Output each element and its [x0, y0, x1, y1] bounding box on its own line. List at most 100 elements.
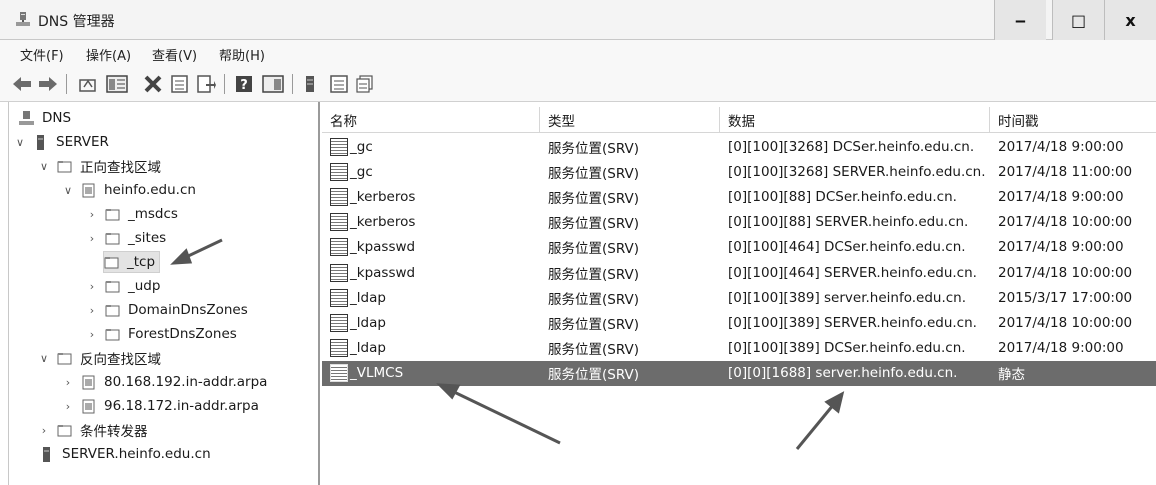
tree-label: SERVER.heinfo.edu.cn — [62, 446, 211, 462]
cell-name-text: _kpasswd — [350, 264, 416, 281]
chevron-right-icon[interactable]: › — [85, 328, 99, 341]
cell-type: 服务位置(SRV) — [548, 336, 639, 361]
chevron-right-icon[interactable]: › — [85, 208, 99, 221]
up-folder-icon[interactable] — [78, 75, 98, 93]
chevron-right-icon[interactable]: › — [37, 424, 51, 437]
cell-data-text: [0][100][3268] DCSer.heinfo.edu.cn. — [728, 138, 975, 155]
tree-node-conditional-forwarders[interactable]: › 条件转发器 — [37, 419, 148, 441]
chevron-right-icon[interactable]: › — [85, 304, 99, 317]
srv-record-icon — [330, 213, 348, 232]
chevron-right-icon[interactable]: › — [61, 376, 75, 389]
cell-type: 服务位置(SRV) — [548, 285, 639, 310]
tree-node-udp[interactable]: › _udp — [85, 275, 161, 297]
menu-view[interactable]: 查看(V) — [152, 45, 197, 64]
tree-node-reverse-zones[interactable]: ∨ 反向查找区域 — [37, 347, 161, 369]
cell-type-text: 服务位置(SRV) — [548, 291, 639, 308]
chevron-right-icon[interactable]: › — [85, 280, 99, 293]
cell-data-text: [0][100][389] DCSer.heinfo.edu.cn. — [728, 340, 966, 357]
table-row[interactable]: _gc 服务位置(SRV) [0][100][3268] DCSer.heinfo.… — [322, 134, 1156, 159]
export-icon[interactable] — [196, 75, 216, 93]
cell-data: [0][100][3268] SERVER.heinfo.edu.cn. — [728, 159, 986, 184]
tree-node-zone[interactable]: ∨ heinfo.edu.cn — [61, 179, 196, 201]
cell-timestamp-text: 2017/4/18 9:00:00 — [998, 340, 1124, 357]
column-header-timestamp[interactable]: 时间戳 — [990, 107, 1156, 133]
close-button[interactable]: x — [1104, 0, 1156, 40]
help-icon[interactable]: ? — [235, 75, 253, 93]
table-row[interactable]: _VLMCS 服务位置(SRV) [0][0][1688] server.heinf… — [322, 360, 1156, 386]
tree-node-dns[interactable]: DNS — [19, 107, 71, 129]
menu-file[interactable]: 文件(F) — [20, 45, 64, 64]
cell-data-text: [0][100][389] server.heinfo.edu.cn. — [728, 289, 967, 306]
cell-type: 服务位置(SRV) — [548, 260, 639, 285]
cell-name: _kerberos — [330, 210, 415, 235]
table-row[interactable]: _kpasswd 服务位置(SRV) [0][100][464] SERVER.he… — [322, 260, 1156, 285]
tree-node-server[interactable]: ∨ SERVER — [13, 131, 109, 153]
cell-timestamp: 2015/3/17 17:00:00 — [998, 285, 1132, 310]
table-row[interactable]: _kerberos 服务位置(SRV) [0][100][88] DCSer.hei… — [322, 184, 1156, 209]
minimize-button[interactable]: ‒ — [994, 0, 1046, 40]
cell-name: _kpasswd — [330, 260, 415, 285]
tree-label: 正向查找区域 — [80, 160, 161, 176]
tree-label: 80.168.192.in-addr.arpa — [104, 374, 268, 390]
column-header-type[interactable]: 类型 — [540, 107, 720, 133]
tree-node-domain-dns-zones[interactable]: › DomainDnsZones — [85, 299, 248, 321]
menu-help[interactable]: 帮助(H) — [219, 45, 265, 64]
cell-data: [0][100][389] server.heinfo.edu.cn. — [728, 285, 966, 310]
tree-node-sites[interactable]: › _sites — [85, 227, 166, 249]
chevron-down-icon[interactable]: ∨ — [37, 160, 51, 173]
cell-data: [0][100][88] SERVER.heinfo.edu.cn. — [728, 210, 968, 235]
tree-node-server-fqdn[interactable]: SERVER.heinfo.edu.cn — [39, 443, 211, 465]
chevron-down-icon[interactable]: ∨ — [37, 352, 51, 365]
chevron-down-icon[interactable]: ∨ — [61, 184, 75, 197]
table-row[interactable]: _ldap 服务位置(SRV) [0][100][389] SERVER.heinf… — [322, 310, 1156, 335]
server-icon[interactable] — [304, 75, 316, 93]
properties-icon[interactable] — [170, 75, 190, 93]
show-hide-tree-icon[interactable] — [106, 75, 128, 93]
cell-type: 服务位置(SRV) — [548, 361, 639, 386]
folder-icon — [104, 256, 119, 268]
dns-icon — [19, 110, 34, 125]
table-row[interactable]: _ldap 服务位置(SRV) [0][100][389] DCSer.heinfo… — [322, 336, 1156, 361]
table-row[interactable]: _gc 服务位置(SRV) [0][100][3268] SERVER.heinfo… — [322, 159, 1156, 184]
maximize-button[interactable]: □ — [1052, 0, 1104, 40]
chevron-right-icon[interactable]: › — [85, 232, 99, 245]
column-header-name[interactable]: 名称 — [322, 107, 540, 133]
chevron-down-icon[interactable]: ∨ — [13, 136, 27, 149]
svg-text:?: ? — [240, 78, 248, 93]
table-row[interactable]: _ldap 服务位置(SRV) [0][100][389] server.heinf… — [322, 285, 1156, 310]
cell-timestamp-text: 静态 — [998, 367, 1025, 384]
cell-data-text: [0][100][3268] SERVER.heinfo.edu.cn. — [728, 163, 986, 180]
chevron-right-icon[interactable]: › — [61, 400, 75, 413]
tree-label: SERVER — [56, 134, 109, 150]
tree-node-forward-zones[interactable]: ∨ 正向查找区域 — [37, 155, 161, 177]
console-icon[interactable] — [262, 75, 284, 93]
cell-timestamp-text: 2017/4/18 11:00:00 — [998, 163, 1133, 180]
srv-record-icon — [330, 187, 348, 206]
folder-icon — [105, 304, 120, 316]
cell-type-text: 服务位置(SRV) — [548, 165, 639, 182]
new-record-icon[interactable] — [356, 75, 374, 93]
forward-icon[interactable] — [38, 75, 58, 93]
list-icon[interactable] — [330, 75, 348, 93]
back-icon[interactable] — [12, 75, 32, 93]
cell-name-text: _kpasswd — [350, 239, 416, 256]
cell-data-text: [0][100][88] DCSer.heinfo.edu.cn. — [728, 188, 957, 205]
folder-icon — [57, 352, 72, 364]
tree-node-reverse-zone-1[interactable]: › 80.168.192.in-addr.arpa — [61, 371, 268, 393]
server-icon — [37, 134, 44, 150]
cell-timestamp-text: 2015/3/17 17:00:00 — [998, 289, 1133, 306]
tree-node-forest-dns-zones[interactable]: › ForestDnsZones — [85, 323, 237, 345]
column-header-data[interactable]: 数据 — [720, 107, 990, 133]
menu-action[interactable]: 操作(A) — [86, 45, 131, 64]
tree-node-msdcs[interactable]: › _msdcs — [85, 203, 178, 225]
cell-type-text: 服务位置(SRV) — [548, 216, 639, 233]
srv-record-icon — [330, 137, 348, 156]
cell-data-text: [0][0][1688] server.heinfo.edu.cn. — [728, 365, 958, 382]
folder-icon — [105, 280, 120, 292]
tree-node-tcp[interactable]: _tcp — [103, 251, 161, 273]
tree-node-reverse-zone-2[interactable]: › 96.18.172.in-addr.arpa — [61, 395, 259, 417]
table-row[interactable]: _kpasswd 服务位置(SRV) [0][100][464] DCSer.hei… — [322, 235, 1156, 260]
srv-record-icon — [330, 238, 348, 257]
delete-icon[interactable] — [143, 75, 163, 93]
table-row[interactable]: _kerberos 服务位置(SRV) [0][100][88] SERVER.he… — [322, 210, 1156, 235]
